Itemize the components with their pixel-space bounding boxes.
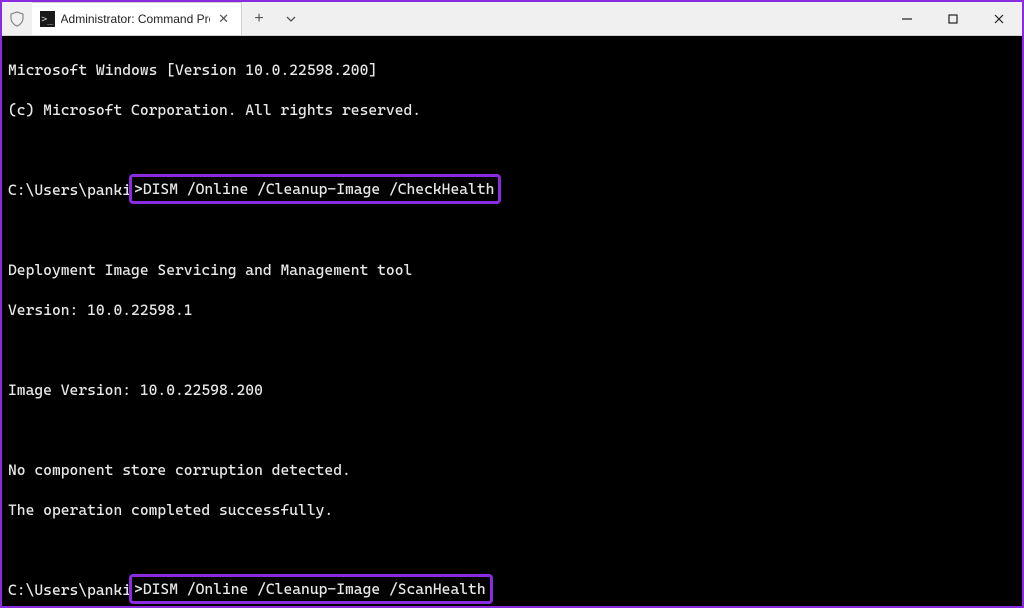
tab-command-prompt[interactable]: >_ Administrator: Command Prom ✕ xyxy=(32,2,242,35)
prompt-line-scanhealth: C:\Users\panki>DISM /Online /Cleanup-Ima… xyxy=(8,580,1016,600)
terminal-line: The operation completed successfully. xyxy=(8,500,1016,520)
shield-icon xyxy=(2,2,32,35)
close-tab-icon[interactable]: ✕ xyxy=(216,11,231,27)
terminal-line: Version: 10.0.22598.1 xyxy=(8,300,1016,320)
titlebar[interactable]: >_ Administrator: Command Prom ✕ + xyxy=(2,2,1022,36)
tab-dropdown-button[interactable] xyxy=(276,2,306,35)
minimize-button[interactable] xyxy=(884,2,930,35)
terminal-icon: >_ xyxy=(40,11,55,27)
terminal-line: Microsoft Windows [Version 10.0.22598.20… xyxy=(8,60,1016,80)
command-prompt-window: >_ Administrator: Command Prom ✕ + Micro… xyxy=(2,2,1022,606)
terminal-line: Image Version: 10.0.22598.200 xyxy=(8,380,1016,400)
terminal-line: No component store corruption detected. xyxy=(8,460,1016,480)
prompt-line-checkhealth: C:\Users\panki>DISM /Online /Cleanup-Ima… xyxy=(8,180,1016,200)
titlebar-drag-area[interactable] xyxy=(306,2,884,35)
terminal-line: (c) Microsoft Corporation. All rights re… xyxy=(8,100,1016,120)
highlight-checkhealth: >DISM /Online /Cleanup-Image /CheckHealt… xyxy=(129,174,501,204)
close-window-button[interactable] xyxy=(976,2,1022,35)
new-tab-button[interactable]: + xyxy=(242,2,276,35)
highlight-scanhealth: >DISM /Online /Cleanup-Image /ScanHealth xyxy=(129,574,493,604)
maximize-button[interactable] xyxy=(930,2,976,35)
tab-title: Administrator: Command Prom xyxy=(61,12,211,26)
terminal-line: Deployment Image Servicing and Managemen… xyxy=(8,260,1016,280)
terminal-output[interactable]: Microsoft Windows [Version 10.0.22598.20… xyxy=(2,36,1022,606)
